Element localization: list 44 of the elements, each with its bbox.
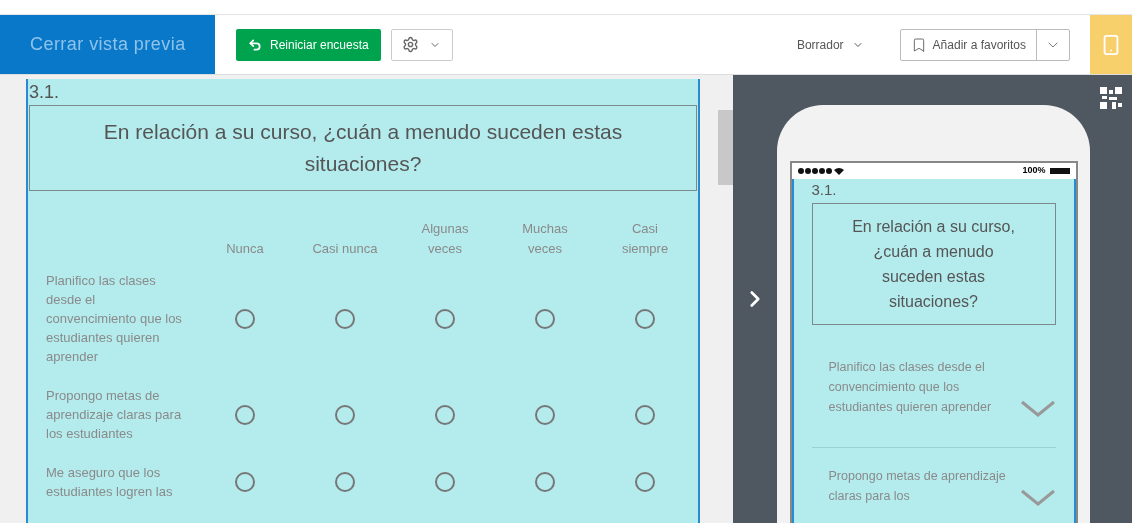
radio-button[interactable] <box>235 404 255 425</box>
radio-button[interactable] <box>335 404 355 425</box>
column-heading: Casi siempre <box>620 220 670 258</box>
row-label: Propongo metas de aprendizaje claras para los <box>828 468 1007 505</box>
question-number: 3.1. <box>811 180 838 200</box>
chevron-icon[interactable] <box>1019 399 1056 417</box>
radio-button[interactable] <box>535 308 555 329</box>
radio-button[interactable] <box>435 404 455 425</box>
column-heading: Casi nunca <box>311 240 379 258</box>
accordion-row[interactable]: Propongo metas de aprendizaje claras para los <box>811 454 1056 523</box>
radio-button[interactable] <box>635 308 655 329</box>
restart-survey-button[interactable]: Reiniciar encuesta <box>236 28 381 61</box>
radio-button[interactable] <box>435 308 455 329</box>
question-number: 3.1. <box>29 81 61 104</box>
signal-icon <box>797 167 844 175</box>
gear-icon <box>402 36 420 53</box>
radio-button[interactable] <box>335 472 355 492</box>
column-heading: Algunas veces <box>420 220 470 258</box>
question-title: En relación a su curso, ¿cuán a menudo suceden estas situaciones? <box>29 105 697 191</box>
chevron-icon[interactable] <box>1019 488 1056 506</box>
row-label: Me aseguro que los estudiantes logren las <box>46 464 174 501</box>
qr-code-icon[interactable] <box>1100 87 1122 109</box>
radio-button[interactable] <box>435 472 455 492</box>
radio-button[interactable] <box>335 308 355 329</box>
undo-icon <box>248 37 262 52</box>
radio-button[interactable] <box>535 404 555 425</box>
settings-dropdown[interactable] <box>390 28 453 61</box>
row-label: Planifico las clases desde el convencimiento que los estudiantes quieren aprender <box>46 272 183 366</box>
accordion-row[interactable]: Planifico las clases desde el convencimiento que los estudiantes quieren aprender <box>811 345 1056 448</box>
radio-button[interactable] <box>635 472 655 492</box>
column-heading: Muchas veces <box>521 220 569 258</box>
radio-button[interactable] <box>635 404 655 425</box>
battery-percent: 100% <box>1022 164 1046 178</box>
close-preview-button[interactable]: Cerrar vista previa <box>0 15 215 74</box>
battery-icon <box>1049 168 1070 174</box>
row-label: Propongo metas de aprendizaje claras para los estudiantes <box>46 387 183 443</box>
radio-button[interactable] <box>235 308 255 329</box>
radio-button[interactable] <box>235 472 255 492</box>
status-dropdown[interactable]: Borrador <box>796 35 864 54</box>
question-title: En relación a su curso, ¿cuán a menudo suceden estas situaciones? <box>811 203 1056 325</box>
column-heading: Nunca <box>225 240 265 258</box>
add-favorites-button[interactable]: Añadir a favoritos <box>900 29 1037 60</box>
radio-button[interactable] <box>535 472 555 492</box>
row-label: Planifico las clases desde el convencimiento que los estudiantes quieren aprender <box>828 359 993 416</box>
